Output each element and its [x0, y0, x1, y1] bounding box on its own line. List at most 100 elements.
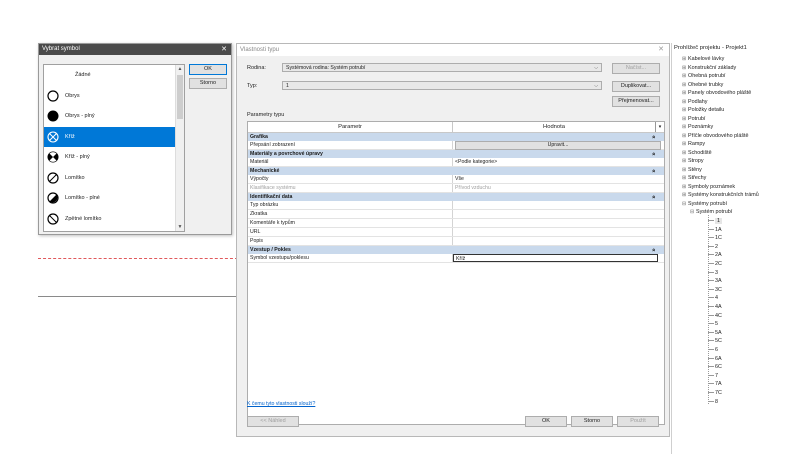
parameter-value-cell[interactable]: Upravit... — [453, 141, 664, 150]
browser-leaf-label: 3 — [715, 269, 718, 276]
symbol-item-label: Žádné — [75, 72, 91, 79]
browser-item[interactable]: ⊟ Systémy potrubí — [682, 200, 727, 208]
browser-leaf[interactable]: 4C — [708, 312, 722, 320]
browser-leaf[interactable]: 4A — [708, 303, 722, 311]
browser-leaf[interactable]: 7C — [708, 389, 722, 397]
cancel-button[interactable]: Storno — [189, 78, 227, 89]
tree-connector — [708, 245, 714, 247]
browser-leaf[interactable]: 8 — [708, 398, 718, 406]
browser-item[interactable]: ⊞ Příčle obvodového pláště — [682, 132, 749, 140]
parameter-value[interactable]: Kříž — [453, 254, 658, 262]
browser-leaf[interactable]: 4 — [708, 294, 718, 302]
close-icon[interactable]: ✕ — [221, 44, 227, 55]
parameter-value[interactable] — [453, 201, 664, 209]
symbol-item[interactable]: Kříž — [44, 126, 177, 147]
type-select[interactable]: 1 ⌵ — [282, 81, 602, 90]
browser-item[interactable]: ⊞ Konstrukční základy — [682, 64, 736, 72]
browser-leaf[interactable]: 7 — [708, 372, 718, 380]
browser-leaf-label: 6C — [715, 364, 722, 371]
browser-leaf[interactable]: 6 — [708, 346, 718, 354]
browser-leaf[interactable]: 3C — [708, 286, 722, 294]
browser-leaf[interactable]: 3 — [708, 269, 718, 277]
rename-button[interactable]: Přejmenovat... — [612, 96, 660, 107]
browser-leaf[interactable]: 1C — [708, 234, 722, 242]
collapse-icon[interactable]: » — [650, 248, 658, 251]
preview-button[interactable]: << Náhled — [247, 416, 299, 427]
browser-item[interactable]: ⊞ Symboly poznámek — [682, 183, 735, 191]
column-header-value[interactable]: Hodnota — [453, 122, 655, 132]
browser-leaf[interactable]: 5 — [708, 320, 718, 328]
browser-leaf[interactable]: 5A — [708, 329, 722, 337]
browser-leaf[interactable]: 2A — [708, 251, 722, 259]
duplicate-button[interactable]: Duplikovat... — [612, 81, 660, 92]
browser-leaf[interactable]: 1A — [708, 226, 722, 234]
parameter-value[interactable]: Přívod vzduchu — [453, 184, 664, 192]
browser-leaf[interactable]: 1 — [708, 217, 722, 225]
browser-item[interactable]: ⊞ Poznámky — [682, 123, 713, 131]
scroll-up-icon[interactable]: ▲ — [176, 65, 184, 73]
collapse-icon[interactable]: » — [650, 152, 658, 155]
browser-item[interactable]: ⊞ Střechy — [682, 174, 706, 182]
collapse-icon[interactable]: » — [650, 195, 658, 198]
column-menu-icon[interactable]: ▾ — [655, 122, 664, 132]
symbol-item[interactable]: Lomítko - plné — [44, 188, 177, 209]
parameter-value[interactable] — [453, 237, 664, 245]
browser-item[interactable]: ⊞ Ohebné trubky — [682, 81, 723, 89]
browser-leaf[interactable]: 5C — [708, 337, 722, 345]
browser-item[interactable]: ⊞ Potrubí — [682, 115, 705, 123]
symbol-item[interactable]: Kříž - plný — [44, 147, 177, 168]
browser-item[interactable]: ⊞ Kabelové lávky — [682, 55, 724, 63]
cancel-button[interactable]: Storno — [571, 416, 613, 427]
browser-leaf[interactable]: 7A — [708, 380, 722, 388]
symbol-item[interactable]: Lomítko — [44, 168, 177, 189]
collapse-icon[interactable]: » — [650, 135, 658, 138]
edit-button[interactable]: Upravit... — [455, 141, 661, 150]
browser-item[interactable]: ⊞ Panely obvodového pláště — [682, 89, 751, 97]
parameter-group[interactable]: Identifikační data » — [248, 193, 664, 201]
scrollbar[interactable]: ▲ ▼ — [175, 65, 184, 231]
help-link[interactable]: K čemu tyto vlastnosti slouží? — [247, 401, 315, 407]
symbol-item[interactable]: Obrys — [44, 86, 177, 107]
parameter-value[interactable] — [453, 219, 664, 227]
browser-item[interactable]: ⊞ Stěny — [682, 166, 702, 174]
browser-leaf[interactable]: 3A — [708, 277, 722, 285]
parameter-group[interactable]: Grafika » — [248, 133, 664, 141]
browser-item[interactable]: ⊞ Ohebná potrubí — [682, 72, 725, 80]
symbol-item[interactable]: Zpětné lomítko — [44, 209, 177, 230]
close-icon[interactable]: ✕ — [658, 44, 664, 56]
browser-item[interactable]: ⊞ Stropy — [682, 157, 704, 165]
parameter-value[interactable]: <Podle kategorie> — [453, 158, 664, 166]
browser-leaf[interactable]: 6C — [708, 363, 722, 371]
browser-leaf-label: 2C — [715, 261, 722, 267]
load-button[interactable]: Načíst... — [612, 63, 660, 74]
browser-item[interactable]: ⊞ Systémy konstrukčních trámů — [682, 191, 759, 199]
parameter-value[interactable]: Vše — [453, 175, 664, 183]
ok-button[interactable]: OK — [189, 64, 227, 75]
parameter-group[interactable]: Mechanické » — [248, 167, 664, 175]
browser-item[interactable]: ⊞ Schodiště — [682, 149, 712, 157]
apply-button[interactable]: Použít — [617, 416, 659, 427]
ok-button[interactable]: OK — [525, 416, 567, 427]
browser-leaf[interactable]: 2 — [708, 243, 718, 251]
browser-leaf[interactable]: 2C — [708, 260, 722, 268]
type-properties-dialog: Vlastnosti typu ✕ Rodina: Systémová rodi… — [236, 43, 670, 437]
symbol-list[interactable]: ▲ ▼ Žádné Obrys Obrys - plný Kříž Kříž - pln… — [43, 64, 185, 232]
browser-item[interactable]: ⊞ Podlahy — [682, 98, 707, 106]
symbol-item[interactable]: Žádné — [44, 65, 177, 86]
scroll-down-icon[interactable]: ▼ — [176, 223, 184, 231]
collapse-icon[interactable]: » — [650, 169, 658, 172]
parameter-group[interactable]: Materiály a povrchové úpravy » — [248, 150, 664, 158]
browser-item[interactable]: ⊟ Systém potrubí — [690, 208, 732, 216]
parameter-value[interactable] — [453, 210, 664, 218]
browser-leaf[interactable]: 6A — [708, 355, 722, 363]
family-select[interactable]: Systémová rodina: Systém potrubí ⌵ — [282, 63, 602, 72]
browser-item[interactable]: ⊞ Rampy — [682, 140, 705, 148]
column-header-parameter[interactable]: Parametr — [248, 122, 453, 132]
parameter-value[interactable] — [453, 228, 664, 236]
browser-item-label: Ohebné trubky — [688, 81, 724, 88]
scroll-thumb[interactable] — [177, 75, 183, 119]
parameter-group[interactable]: Vzestup / Pokles » — [248, 246, 664, 254]
project-browser: Prohlížeč projektu - Projekt1 ⊞ Kabelové … — [671, 43, 807, 454]
symbol-item[interactable]: Obrys - plný — [44, 106, 177, 127]
browser-item[interactable]: ⊞ Položky detailu — [682, 106, 724, 114]
